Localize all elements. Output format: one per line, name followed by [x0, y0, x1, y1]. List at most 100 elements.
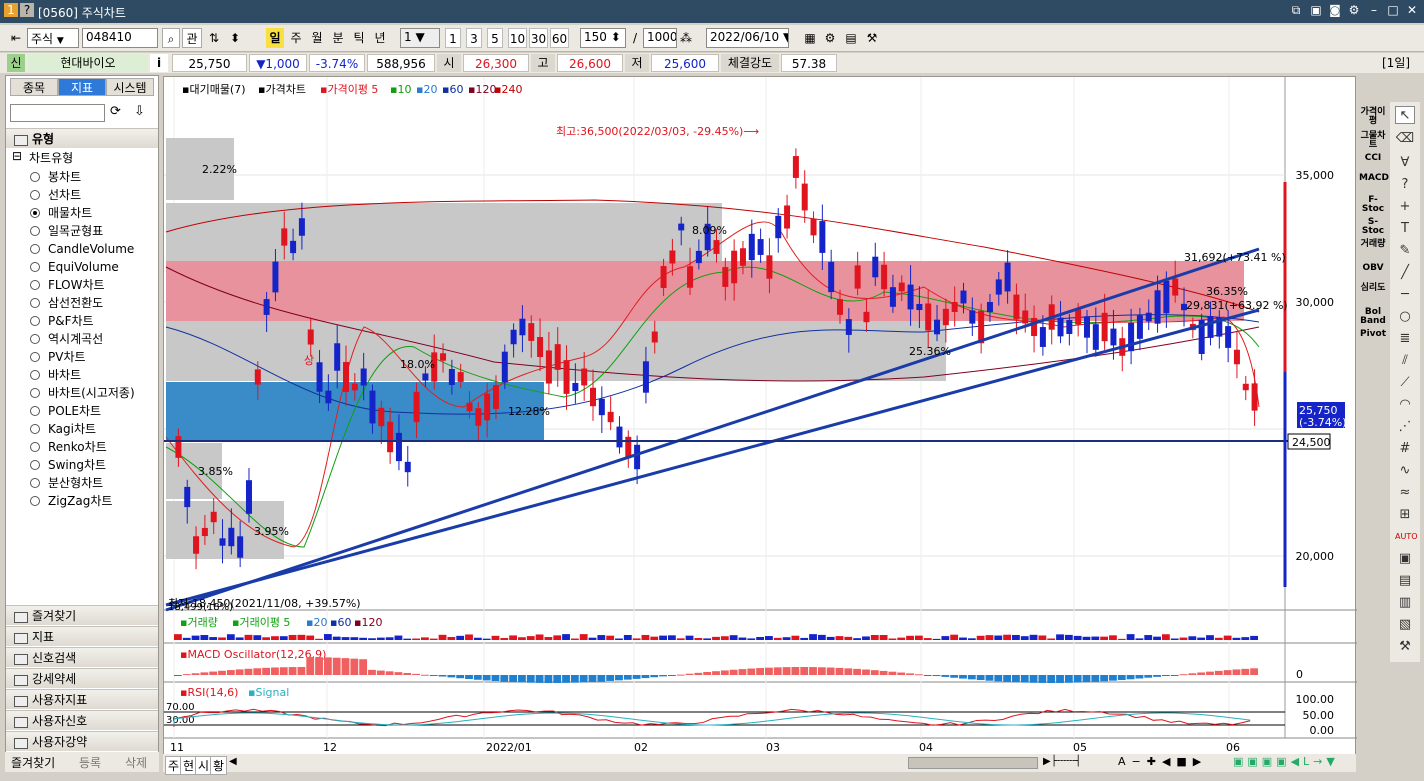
- chart-small-icon[interactable]: ▧: [1395, 616, 1415, 634]
- radio-icon[interactable]: [30, 244, 40, 254]
- bottom-tab-3[interactable]: 황: [210, 756, 228, 775]
- auto-icon[interactable]: AUTO: [1395, 528, 1418, 546]
- min-3[interactable]: 3: [466, 28, 482, 48]
- filter-input[interactable]: [10, 104, 105, 122]
- radio-icon[interactable]: [30, 496, 40, 506]
- section-type[interactable]: 유형: [6, 128, 158, 148]
- code-input[interactable]: 048410: [82, 28, 158, 48]
- total-input[interactable]: 1000: [643, 28, 677, 48]
- period-tick[interactable]: 틱: [350, 28, 368, 48]
- stepper-icon[interactable]: ⬍: [226, 28, 244, 48]
- line-icon[interactable]: ╱: [1395, 264, 1415, 282]
- period-month[interactable]: 월: [308, 28, 326, 48]
- crosshair-icon[interactable]: +: [1395, 198, 1415, 216]
- screen-icon[interactable]: ▣: [1395, 550, 1415, 568]
- radio-icon[interactable]: [30, 478, 40, 488]
- wrench-icon[interactable]: ⚒: [1395, 638, 1415, 656]
- view-icons[interactable]: ▣▣▣▣◀L→▼: [1233, 755, 1339, 768]
- sync-icon[interactable]: ⇅: [204, 28, 224, 48]
- folder-item[interactable]: 사용자강약: [6, 731, 158, 751]
- scrollbar[interactable]: [908, 757, 1038, 769]
- radio-icon[interactable]: [30, 226, 40, 236]
- indicator-button[interactable]: Bol Band: [1359, 308, 1387, 326]
- min-5[interactable]: 5: [487, 28, 503, 48]
- indicator-button[interactable]: F-Stoc: [1359, 196, 1387, 214]
- folder-item[interactable]: 강세약세: [6, 668, 158, 688]
- radio-icon[interactable]: [30, 316, 40, 326]
- period-minute[interactable]: 분: [329, 28, 347, 48]
- radio-icon[interactable]: [30, 424, 40, 434]
- help-icon[interactable]: ?: [1395, 176, 1415, 194]
- grid-icon[interactable]: #: [1395, 440, 1415, 458]
- scroll-left-icon[interactable]: ◀: [229, 756, 237, 767]
- link-icon[interactable]: ⧉: [1289, 3, 1303, 17]
- group-chart-type[interactable]: 차트유형: [29, 149, 73, 166]
- min-30[interactable]: 30: [529, 28, 548, 48]
- indicator-button[interactable]: MACD: [1359, 174, 1389, 183]
- radio-icon[interactable]: [30, 208, 40, 218]
- ruler-icon[interactable]: ⊞: [1395, 506, 1415, 524]
- tab-system[interactable]: 시스템: [106, 78, 154, 96]
- tools-icon[interactable]: ⚒: [864, 28, 880, 48]
- all-icon[interactable]: ∀: [1395, 154, 1415, 172]
- hline-icon[interactable]: ─: [1395, 286, 1415, 304]
- circle-icon[interactable]: ○: [1395, 308, 1415, 326]
- radio-icon[interactable]: [30, 370, 40, 380]
- maximize-icon[interactable]: □: [1386, 3, 1400, 17]
- fan-icon[interactable]: ⋰: [1395, 418, 1415, 436]
- market-select[interactable]: 주식 ▼: [27, 28, 79, 48]
- fibo-icon[interactable]: ≣: [1395, 330, 1415, 348]
- unit-select[interactable]: 1 ▼: [400, 28, 440, 48]
- min-60[interactable]: 60: [550, 28, 569, 48]
- radio-icon[interactable]: [30, 442, 40, 452]
- pen-icon[interactable]: ✎: [1395, 242, 1415, 260]
- date-select[interactable]: 2022/06/10 ▼: [706, 28, 789, 48]
- register-button[interactable]: 등록: [79, 754, 101, 771]
- tab-stock[interactable]: 종목: [10, 78, 58, 96]
- refresh-icon[interactable]: ⟳: [110, 104, 121, 119]
- close-icon[interactable]: ✕: [1405, 3, 1419, 17]
- cycle-icon[interactable]: ∿: [1395, 462, 1415, 480]
- radio-icon[interactable]: [30, 460, 40, 470]
- settings-icon[interactable]: ⚙: [822, 28, 838, 48]
- channel-icon[interactable]: ⫽: [1395, 352, 1415, 370]
- favorites-tab[interactable]: 즐겨찾기: [11, 754, 55, 771]
- radio-icon[interactable]: [30, 388, 40, 398]
- min-10[interactable]: 10: [508, 28, 527, 48]
- search-icon[interactable]: ⌕: [162, 28, 180, 48]
- folder-item[interactable]: 즐겨찾기: [6, 605, 158, 625]
- wave-icon[interactable]: ≈: [1395, 484, 1415, 502]
- indicator-button[interactable]: S-Stoc: [1359, 218, 1387, 236]
- minimize-icon[interactable]: –: [1367, 3, 1381, 17]
- folder-item[interactable]: 지표: [6, 626, 158, 646]
- indicator-button[interactable]: CCI: [1359, 154, 1387, 163]
- indicator-button[interactable]: Pivot: [1359, 330, 1387, 339]
- indicator-button[interactable]: 심리도: [1359, 284, 1387, 293]
- text-icon[interactable]: T: [1395, 220, 1415, 238]
- bar-icon[interactable]: ▥: [1395, 594, 1415, 612]
- gwan-button[interactable]: 관: [182, 28, 202, 48]
- download-icon[interactable]: ⇩: [134, 104, 145, 119]
- help-badge[interactable]: ?: [20, 3, 34, 17]
- indicator-button[interactable]: OBV: [1359, 264, 1387, 273]
- eraser-icon[interactable]: ⌫: [1395, 130, 1415, 148]
- doc-icon[interactable]: ▤: [1395, 572, 1415, 590]
- chart-panel[interactable]: ▪대기매물(7) ▪가격차트 ▪가격이평 5 ▪10 ▪20 ▪60 ▪120 ▪240 최고:…: [163, 76, 1357, 771]
- arc-icon[interactable]: ◠: [1395, 396, 1415, 414]
- cursor-icon[interactable]: ↖: [1395, 106, 1415, 124]
- radio-icon[interactable]: [30, 172, 40, 182]
- radio-icon[interactable]: [30, 352, 40, 362]
- period-day[interactable]: 일: [266, 28, 284, 48]
- radio-icon[interactable]: [30, 280, 40, 290]
- period-week[interactable]: 주: [287, 28, 305, 48]
- print-icon[interactable]: ▣: [1309, 3, 1323, 17]
- folder-item[interactable]: 사용자지표: [6, 689, 158, 709]
- folder-item[interactable]: 신호검색: [6, 647, 158, 667]
- camera-icon[interactable]: ◙: [1328, 3, 1342, 17]
- tab-indicator[interactable]: 지표: [58, 78, 106, 96]
- radio-icon[interactable]: [30, 262, 40, 272]
- chart-canvas[interactable]: ▪대기매물(7) ▪가격차트 ▪가격이평 5 ▪10 ▪20 ▪60 ▪120▪240최고:…: [164, 77, 1357, 771]
- zoom-icon[interactable]: ⁂: [678, 28, 694, 48]
- info-button[interactable]: i: [150, 54, 168, 72]
- count-stepper[interactable]: 150 ⬍: [580, 28, 626, 48]
